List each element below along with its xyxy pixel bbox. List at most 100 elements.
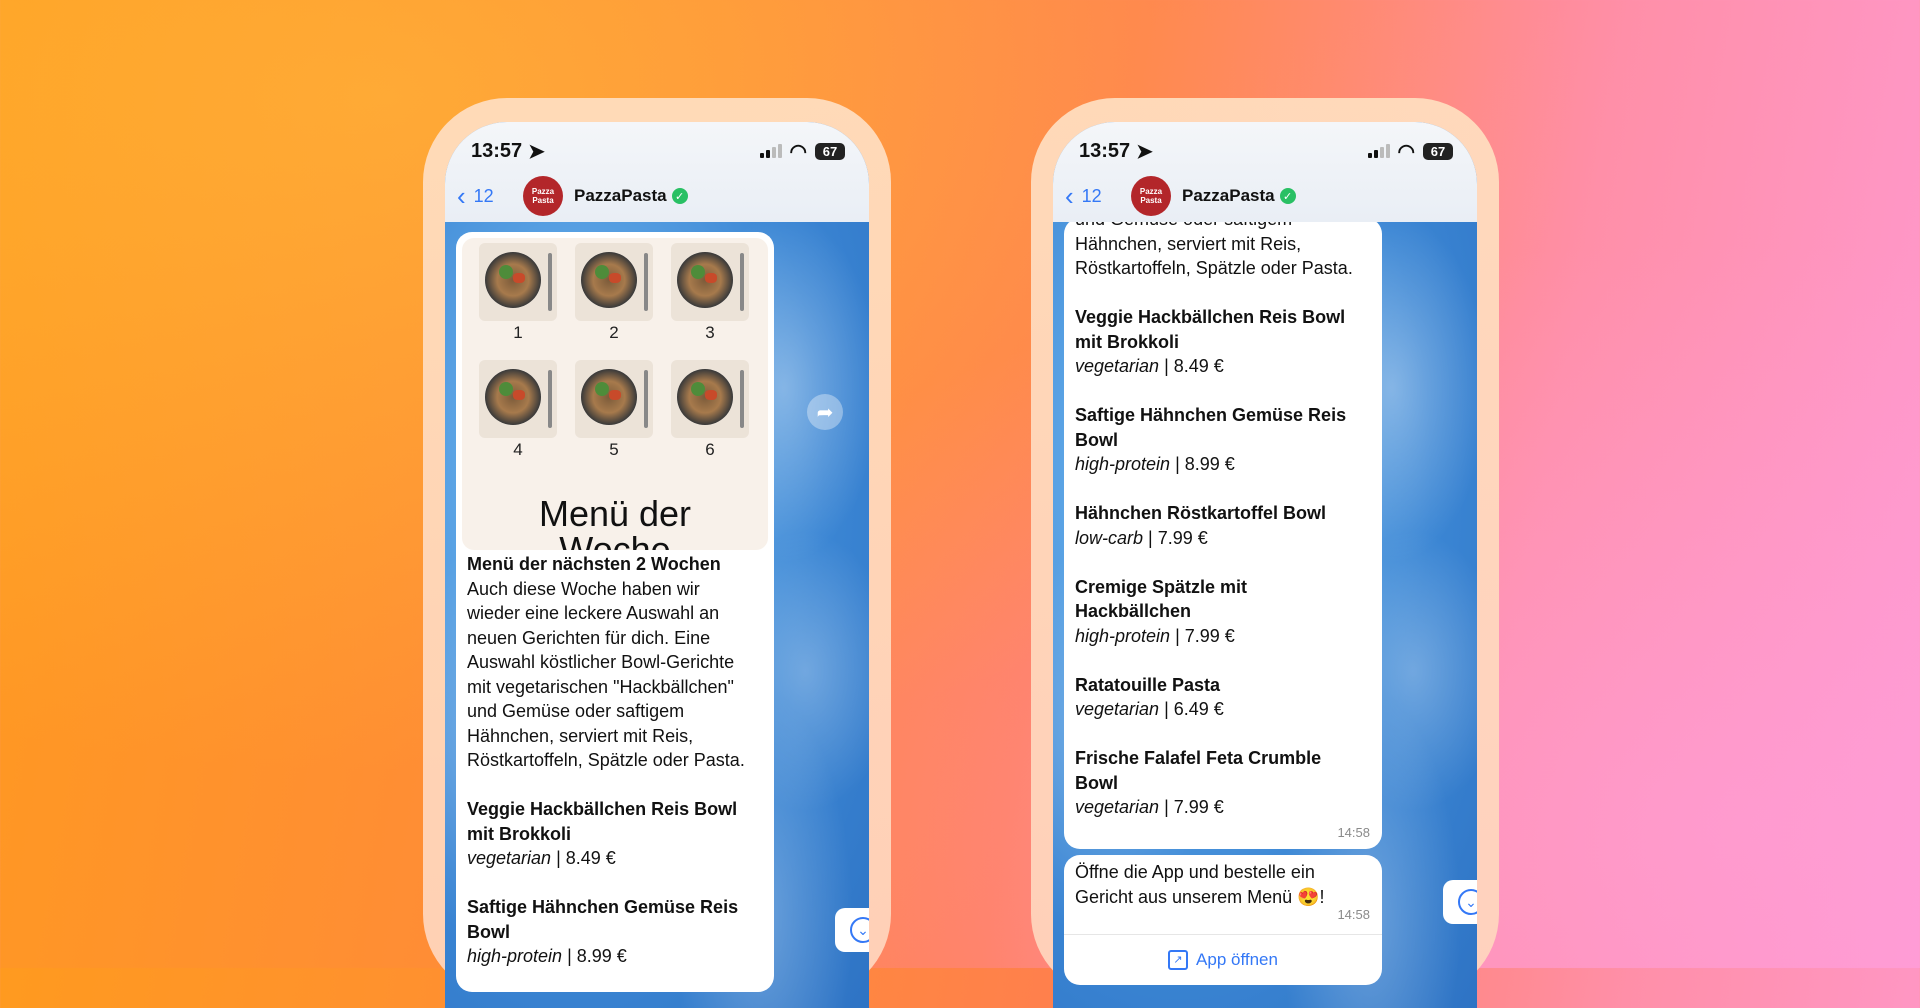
dish-item: Veggie Hackbällchen Reis Bowl mit Brokko… bbox=[467, 797, 763, 871]
scroll-down-button[interactable]: ⌄ bbox=[1443, 880, 1477, 924]
dish-price: | 6.49 € bbox=[1159, 699, 1224, 719]
dish-name: Bowl bbox=[1075, 772, 1118, 793]
dish-price: | 8.49 € bbox=[1159, 356, 1224, 376]
message-timestamp: 14:58 bbox=[1337, 906, 1370, 922]
dish-name: Cremige Spätzle mit bbox=[1075, 576, 1248, 597]
avatar-text: Pasta bbox=[532, 196, 554, 205]
open-app-label: App öffnen bbox=[1196, 949, 1278, 969]
message-text: Menü der nächsten 2 Wochen Auch diese Wo… bbox=[456, 552, 774, 993]
food-number: 2 bbox=[609, 323, 619, 342]
avatar[interactable]: Pazza Pasta bbox=[1131, 176, 1171, 216]
menu-image[interactable]: 1 2 3 4 5 6 Menü der Woche bbox=[462, 238, 768, 550]
menu-title-line: Menü der bbox=[538, 493, 692, 534]
contact-name[interactable]: PazzaPasta bbox=[574, 186, 667, 206]
open-external-icon: ↗ bbox=[1168, 950, 1189, 970]
wifi-icon: ◠ bbox=[1397, 140, 1415, 163]
top-bar: 13:57 ➤ ◠ 67 ‹ 12 Pazza Pasta PazzaPasta… bbox=[445, 122, 869, 222]
share-icon[interactable]: ➦ bbox=[807, 394, 843, 430]
background bbox=[0, 0, 1920, 968]
message-body: Auch diese Woche haben wir wieder eine l… bbox=[467, 577, 763, 773]
message-heading: Menü der nächsten 2 Wochen bbox=[467, 554, 721, 574]
clock: 13:57 bbox=[471, 139, 523, 162]
dish-name: Hähnchen Röstkartoffel Bowl bbox=[1075, 503, 1327, 523]
verified-check-icon: ✓ bbox=[671, 188, 688, 204]
scroll-down-button[interactable]: ⌄ bbox=[835, 908, 869, 952]
top-bar: 13:57 ➤ ◠ 67 ‹ 12 Pazza Pasta PazzaPasta… bbox=[1053, 122, 1477, 222]
chevron-left-icon: ‹ bbox=[1065, 181, 1074, 211]
unread-count: 12 bbox=[473, 185, 494, 206]
menu-title-line: Woche bbox=[559, 529, 671, 551]
contact-name[interactable]: PazzaPasta bbox=[1182, 186, 1275, 206]
location-arrow-icon: ➤ bbox=[1136, 140, 1153, 163]
dish-item: Cremige Spätzle mit Hackbällchen high-pr… bbox=[1075, 575, 1371, 649]
avatar-text: Pazza bbox=[531, 187, 555, 196]
dish-name: mit Brokkoli bbox=[467, 823, 572, 844]
chat-header: ‹ 12 Pazza Pasta PazzaPasta ✓ bbox=[1053, 174, 1477, 218]
dish-price: | 8.99 € bbox=[562, 946, 627, 966]
dish-price: | 8.99 € bbox=[1170, 454, 1235, 474]
dish-price: | 7.99 € bbox=[1143, 527, 1208, 548]
dish-name: Frische Falafel Feta Crumble bbox=[1075, 748, 1322, 768]
dish-name: Hackbällchen bbox=[1075, 601, 1192, 621]
dish-name: Ratatouille Pasta bbox=[1075, 674, 1221, 695]
dish-item: Saftige Hähnchen Gemüse Reis Bowl high-p… bbox=[1075, 403, 1371, 477]
chat-screen: 13:57 ➤ ◠ 67 ‹ 12 Pazza Pasta PazzaPasta… bbox=[445, 122, 869, 1008]
food-item: 1 bbox=[479, 243, 557, 346]
dish-item: Frische Falafel Feta Crumble Bowl vegeta… bbox=[1075, 746, 1371, 820]
message-timestamp: 14:58 bbox=[1337, 824, 1370, 840]
dish-name: Bowl bbox=[467, 921, 510, 942]
dish-tag: low-carb bbox=[1075, 527, 1144, 548]
body-line: mit vegetarischen "Hackbällchen" bbox=[467, 676, 734, 697]
food-item: 4 bbox=[479, 359, 557, 463]
dish-tag: high-protein bbox=[1075, 454, 1171, 474]
menu-title: Menü der Woche bbox=[462, 493, 768, 551]
unread-count: 12 bbox=[1081, 185, 1102, 206]
dish-tag: high-protein bbox=[1075, 625, 1171, 646]
back-button[interactable]: ‹ 12 bbox=[1065, 183, 1125, 209]
cta-exclamation: ! bbox=[1319, 886, 1325, 907]
menu-message-bubble: und Gemüse oder saftigem Hähnchen, servi… bbox=[1064, 209, 1382, 849]
dish-tag: vegetarian bbox=[1075, 797, 1160, 817]
cta-line: Gericht aus unserem Menü bbox=[1075, 886, 1293, 907]
dish-tag: high-protein bbox=[467, 946, 563, 966]
clock: 13:57 bbox=[1079, 139, 1131, 162]
dish-price: | 7.99 € bbox=[1159, 797, 1224, 817]
heart-eyes-emoji: 😍 bbox=[1297, 886, 1320, 907]
food-item: 3 bbox=[671, 243, 749, 346]
avatar-text: Pasta bbox=[1140, 196, 1162, 205]
food-number: 6 bbox=[705, 439, 715, 459]
dish-name: Veggie Hackbällchen Reis Bowl bbox=[467, 799, 738, 819]
message-text: und Gemüse oder saftigem Hähnchen, servi… bbox=[1064, 207, 1382, 820]
body-line: Auswahl köstlicher Bowl-Gerichte bbox=[467, 652, 735, 672]
body-line: neuen Gerichten für dich. Eine bbox=[467, 627, 711, 648]
avatar-text: Pazza bbox=[1139, 187, 1163, 196]
dish-item: Ratatouille Pasta vegetarian | 6.49 € bbox=[1075, 673, 1371, 722]
food-number: 3 bbox=[705, 323, 715, 342]
battery-icon: 67 bbox=[1423, 142, 1453, 160]
open-app-button[interactable]: ↗ App öffnen bbox=[1064, 934, 1382, 985]
food-number: 4 bbox=[513, 439, 523, 459]
phone-right: und Gemüse oder saftigem Hähnchen, servi… bbox=[1031, 98, 1499, 1008]
back-button[interactable]: ‹ 12 bbox=[457, 183, 517, 209]
cta-text: Öffne die App und bestelle ein Gericht a… bbox=[1064, 855, 1382, 909]
food-number: 1 bbox=[513, 323, 523, 342]
avatar[interactable]: Pazza Pasta bbox=[523, 176, 563, 216]
chat-header: ‹ 12 Pazza Pasta PazzaPasta ✓ bbox=[445, 174, 869, 218]
chevron-left-icon: ‹ bbox=[457, 181, 466, 211]
dish-price: | 7.99 € bbox=[1170, 625, 1235, 646]
signal-bars-icon bbox=[1367, 144, 1390, 158]
food-item: 6 bbox=[671, 359, 749, 463]
dish-tag: vegetarian bbox=[1075, 699, 1160, 719]
dish-tag: vegetarian bbox=[467, 848, 552, 868]
food-item: 5 bbox=[575, 359, 653, 463]
chevron-down-icon: ⌄ bbox=[850, 917, 869, 943]
dish-name: Veggie Hackbällchen Reis Bowl bbox=[1075, 307, 1346, 327]
body-line: und Gemüse oder saftigem bbox=[467, 701, 685, 721]
body-line: Röstkartoffeln, Spätzle oder Pasta. bbox=[467, 750, 745, 770]
dish-price: | 8.49 € bbox=[551, 848, 616, 868]
body-line: Auch diese Woche haben wir bbox=[467, 578, 700, 599]
cta-message-bubble: Öffne die App und bestelle ein Gericht a… bbox=[1064, 855, 1382, 985]
chevron-down-icon: ⌄ bbox=[1458, 889, 1477, 915]
body-line: Hähnchen, serviert mit Reis, bbox=[467, 725, 694, 746]
body-line: Röstkartoffeln, Spätzle oder Pasta. bbox=[1075, 258, 1353, 278]
